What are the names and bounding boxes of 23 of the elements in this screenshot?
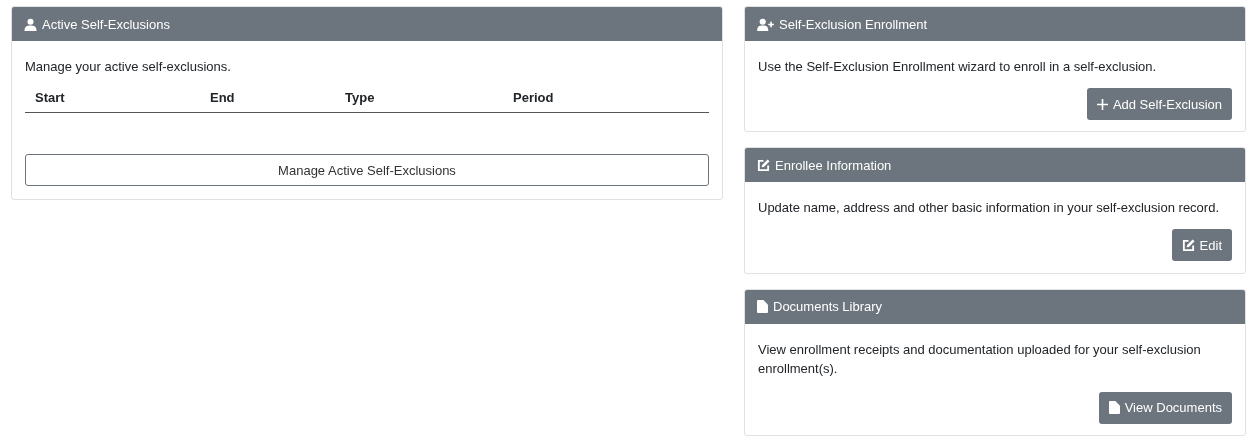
edit-icon bbox=[1181, 238, 1195, 252]
column-header: Period bbox=[513, 90, 555, 105]
panel-title: Self-Exclusion Enrollment bbox=[779, 16, 928, 32]
panel-description: Update name, address and other basic information in your self-exclusion record. bbox=[758, 199, 1221, 218]
panel-title: Enrollee Information bbox=[775, 157, 892, 173]
action-button[interactable]: Edit bbox=[1171, 229, 1232, 262]
plus-icon bbox=[1096, 98, 1108, 110]
column-header: Start bbox=[35, 90, 66, 105]
panel-description: Use the Self-Exclusion Enrollment wizard to enroll in a self-exclusion. bbox=[758, 58, 1158, 76]
panel-description: Manage your active self-exclusions. bbox=[25, 58, 232, 76]
user-icon bbox=[24, 17, 37, 31]
panel-title: Documents Library bbox=[773, 299, 883, 315]
panel-title: Active Self-Exclusions bbox=[42, 16, 170, 32]
manage-button[interactable]: Manage Active Self-Exclusions bbox=[25, 154, 709, 186]
action-button[interactable]: Add Self-Exclusion bbox=[1086, 88, 1232, 120]
column-header: Type bbox=[345, 90, 376, 105]
document-icon bbox=[757, 300, 768, 314]
action-button[interactable]: View Documents bbox=[1098, 391, 1232, 424]
edit-icon bbox=[757, 158, 770, 172]
document-icon bbox=[1108, 401, 1120, 415]
panel-description: View enrollment receipts and documentation uploaded for your self-exclusion enrollment(s). bbox=[758, 340, 1202, 378]
column-header: End bbox=[210, 90, 236, 105]
add-user-icon bbox=[757, 17, 774, 31]
